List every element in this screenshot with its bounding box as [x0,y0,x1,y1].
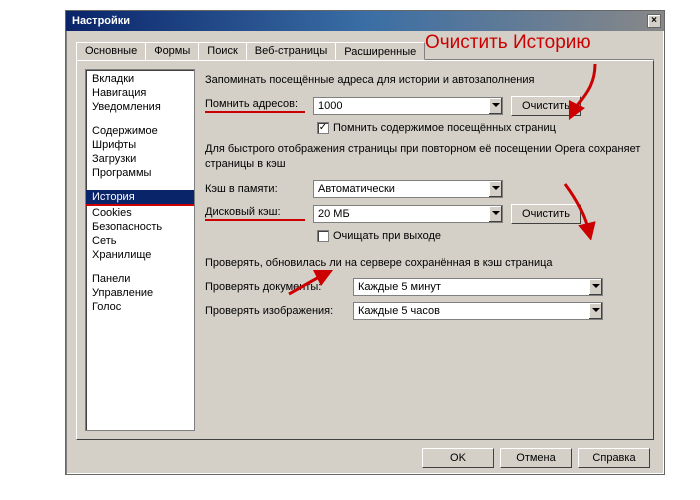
sidebar-item-storage[interactable]: Хранилище [86,248,194,262]
ok-button[interactable]: OK [422,448,494,468]
content: Запоминать посещённые адреса для истории… [205,69,645,431]
check-docs-select[interactable]: Каждые 5 минут [353,278,603,296]
tab-webpages[interactable]: Веб-страницы [246,42,337,60]
sidebar-item-fonts[interactable]: Шрифты [86,138,194,152]
tab-forms[interactable]: Формы [145,42,199,60]
check-docs-value: Каждые 5 минут [354,281,588,293]
sidebar: Вкладки Навигация Уведомления Содержимое… [85,69,195,431]
mem-cache-value: Автоматически [314,183,488,195]
chevron-down-icon[interactable] [488,206,502,222]
disk-cache-value: 20 МБ [314,208,488,220]
sidebar-item-panels[interactable]: Панели [86,272,194,286]
cache-explain: Для быстрого отображения страницы при по… [205,142,645,172]
clear-on-exit-checkbox[interactable]: Очищать при выходе [317,230,441,242]
mem-cache-select[interactable]: Автоматически [313,180,503,198]
tab-basic[interactable]: Основные [76,42,146,60]
tab-advanced[interactable]: Расширенные [335,42,425,60]
chevron-down-icon[interactable] [588,303,602,319]
sidebar-item-cookies[interactable]: Cookies [86,206,194,220]
clear-cache-button[interactable]: Очистить [511,204,581,224]
sidebar-item-navigation[interactable]: Навигация [86,86,194,100]
sidebar-item-network[interactable]: Сеть [86,234,194,248]
dialog-buttons: OK Отмена Справка [76,440,654,468]
cancel-button[interactable]: Отмена [500,448,572,468]
check-imgs-label: Проверять изображения: [205,305,345,317]
tabs: Основные Формы Поиск Веб-страницы Расшир… [76,41,654,60]
sidebar-item-tabs[interactable]: Вкладки [86,72,194,86]
clear-history-button[interactable]: Очистить [511,96,581,116]
disk-cache-label: Дисковый кэш: [205,206,305,221]
check-intro: Проверять, обновилась ли на сервере сохр… [205,256,645,271]
chevron-down-icon[interactable] [488,181,502,197]
help-button[interactable]: Справка [578,448,650,468]
check-imgs-select[interactable]: Каждые 5 часов [353,302,603,320]
panel: Вкладки Навигация Уведомления Содержимое… [76,60,654,440]
sidebar-item-downloads[interactable]: Загрузки [86,152,194,166]
titlebar: Настройки × [66,11,664,31]
intro-text: Запоминать посещённые адреса для истории… [205,73,645,88]
sidebar-item-voice[interactable]: Голос [86,300,194,314]
clear-on-exit-label: Очищать при выходе [333,230,441,242]
remember-content-label: Помнить содержимое посещённых страниц [333,122,556,134]
settings-window: Настройки × Основные Формы Поиск Веб-стр… [65,10,665,475]
window-title: Настройки [72,15,130,27]
sidebar-item-programs[interactable]: Программы [86,166,194,180]
sidebar-item-history[interactable]: История [86,190,194,206]
address-count-value: 1000 [314,100,488,112]
disk-cache-select[interactable]: 20 МБ [313,205,503,223]
remember-content-checkbox[interactable]: ✓ Помнить содержимое посещённых страниц [317,122,556,134]
close-button[interactable]: × [647,14,661,28]
address-count-select[interactable]: 1000 [313,97,503,115]
checkbox-box [317,230,329,242]
checkbox-box: ✓ [317,122,329,134]
address-label: Помнить адресов: [205,98,305,113]
chevron-down-icon[interactable] [488,98,502,114]
sidebar-item-notifications[interactable]: Уведомления [86,100,194,114]
client-area: Основные Формы Поиск Веб-страницы Расшир… [66,31,664,474]
check-docs-label: Проверять документы: [205,281,345,293]
check-imgs-value: Каждые 5 часов [354,305,588,317]
chevron-down-icon[interactable] [588,279,602,295]
sidebar-item-manage[interactable]: Управление [86,286,194,300]
sidebar-item-content[interactable]: Содержимое [86,124,194,138]
sidebar-item-security[interactable]: Безопасность [86,220,194,234]
mem-cache-label: Кэш в памяти: [205,183,305,195]
tab-search[interactable]: Поиск [198,42,246,60]
